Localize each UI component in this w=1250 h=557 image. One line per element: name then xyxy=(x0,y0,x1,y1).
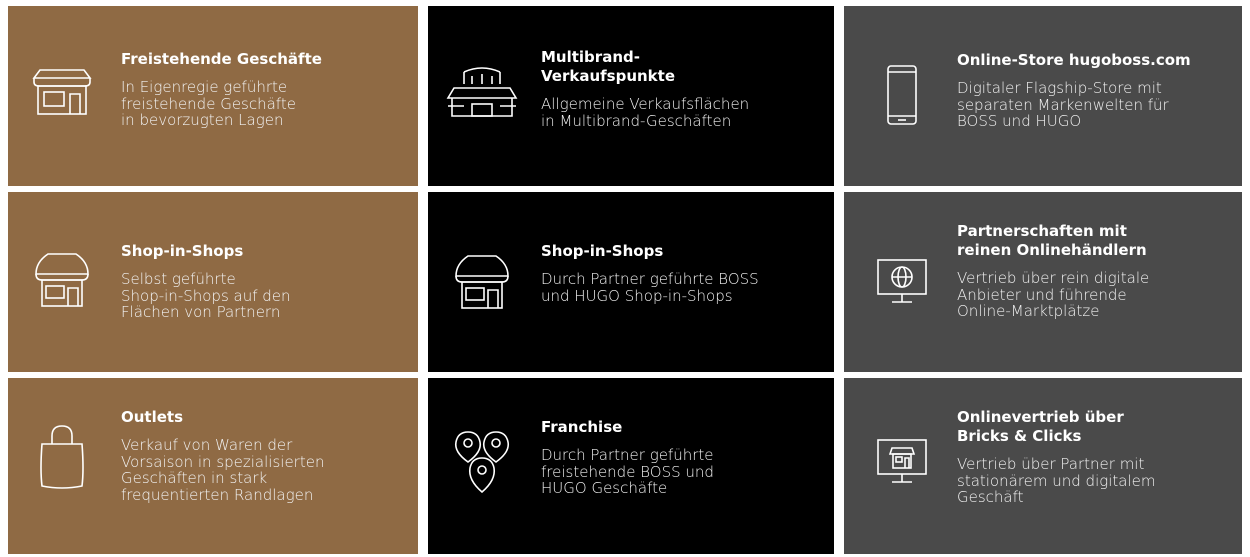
shopping-bag-icon xyxy=(22,416,102,496)
tile-title: Freistehende Geschäfte xyxy=(121,50,322,68)
tile-franchise: Franchise Durch Partner geführte freiste… xyxy=(428,378,834,554)
tile-title: Onlinevertrieb über Bricks & Clicks xyxy=(957,408,1124,445)
tile-description: Durch Partner geführte freistehende BOSS… xyxy=(541,446,714,497)
tile-description: Digitaler Flagship-Store mit separaten M… xyxy=(957,79,1169,130)
monitor-globe-icon xyxy=(858,242,938,322)
tile-shop-in-shops-partner: Shop-in-Shops Durch Partner geführte BOS… xyxy=(428,192,834,372)
monitor-store-icon xyxy=(858,422,938,502)
tile-title: Shop-in-Shops xyxy=(541,242,664,260)
tile-title: Franchise xyxy=(541,418,623,436)
tile-title: Online-Store hugoboss.com xyxy=(957,51,1191,69)
tile-description: Allgemeine Verkaufsflächen in Multibrand… xyxy=(541,95,750,130)
tile-description: Durch Partner geführte BOSS und HUGO Sho… xyxy=(541,270,759,305)
tile-shop-in-shops-own: Shop-in-Shops Selbst geführte Shop-in-Sh… xyxy=(8,192,418,372)
tile-title: Multibrand- Verkaufspunkte xyxy=(541,48,676,85)
smartphone-icon xyxy=(858,58,938,138)
tile-online-partnerships: Partnerschaften mit reinen Onlinehändler… xyxy=(844,192,1242,372)
tile-title: Shop-in-Shops xyxy=(121,242,244,260)
tile-description: Selbst geführte Shop-in-Shops auf den Fl… xyxy=(121,270,291,321)
location-pins-icon xyxy=(442,422,522,502)
tile-description: Verkauf von Waren der Vorsaison in spezi… xyxy=(121,436,325,504)
tile-outlets: Outlets Verkauf von Waren der Vorsaison … xyxy=(8,378,418,554)
shop-awning-icon xyxy=(22,240,102,320)
shop-awning-icon xyxy=(442,242,522,322)
tile-bricks-and-clicks: Onlinevertrieb über Bricks & Clicks Vert… xyxy=(844,378,1242,554)
tile-freistehende-geschaefte: Freistehende Geschäfte In Eigenregie gef… xyxy=(8,6,418,186)
tile-title: Outlets xyxy=(121,408,184,426)
tile-multibrand: Multibrand- Verkaufspunkte Allgemeine Ve… xyxy=(428,6,834,186)
tile-description: Vertrieb über Partner mit stationärem un… xyxy=(957,455,1156,506)
department-store-icon xyxy=(442,54,522,134)
storefront-icon xyxy=(22,48,102,128)
tile-description: In Eigenregie geführte freistehende Gesc… xyxy=(121,78,296,129)
tile-title: Partnerschaften mit reinen Onlinehändler… xyxy=(957,222,1147,259)
tile-online-store: Online-Store hugoboss.com Digitaler Flag… xyxy=(844,6,1242,186)
tile-description: Vertrieb über rein digitale Anbieter und… xyxy=(957,269,1150,320)
